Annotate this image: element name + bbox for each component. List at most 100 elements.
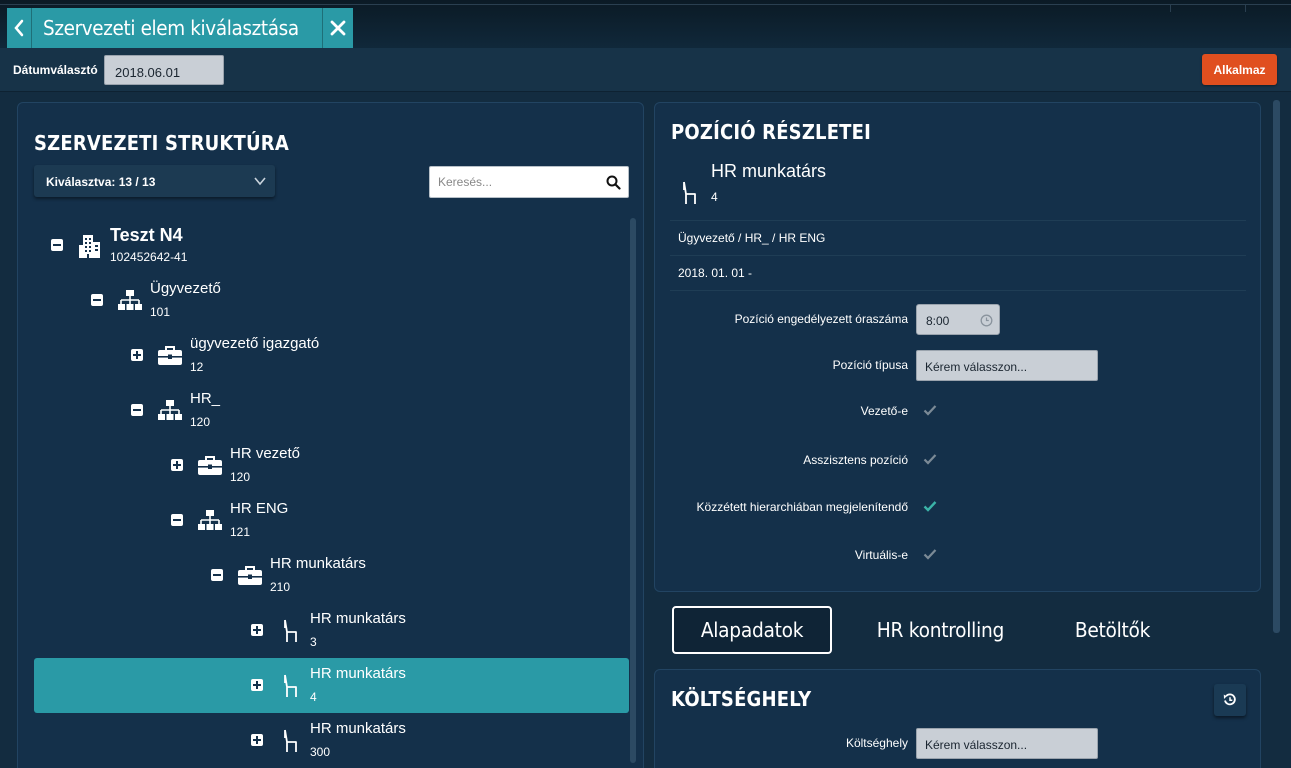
- position-name: HR munkatárs: [711, 161, 827, 181]
- node-code: 121: [230, 525, 251, 539]
- date-picker-input[interactable]: 2018.06.01: [104, 55, 224, 85]
- published-label: Közzétett hierarchiában megjelenítendő: [696, 500, 908, 514]
- node-code: 120: [190, 415, 211, 429]
- node-name: HR ENG: [230, 500, 289, 517]
- assistant-check-icon[interactable]: [923, 453, 937, 465]
- chair-icon: [284, 619, 297, 642]
- tree-node[interactable]: Ügyvezető 101: [34, 273, 629, 328]
- node-name: HR munkatárs: [310, 720, 406, 737]
- collapse-icon[interactable]: [211, 569, 223, 581]
- position-details-panel: POZÍCIÓ RÉSZLETEI HR munkatárs 4 Ügyveze…: [654, 102, 1261, 592]
- tree-node[interactable]: HR munkatárs 210: [34, 548, 629, 603]
- node-code: 3: [310, 635, 317, 649]
- expand-icon[interactable]: [131, 349, 143, 361]
- node-name: HR munkatárs: [270, 555, 366, 572]
- date-bar: Dátumválasztó 2018.06.01 Alkalmaz: [0, 48, 1291, 92]
- position-validity: 2018. 01. 01 -: [678, 266, 753, 280]
- divider: [670, 255, 1246, 256]
- node-code: 4: [310, 690, 317, 704]
- tab-betoltok[interactable]: Betöltők: [1050, 606, 1175, 654]
- node-name: HR vezető: [230, 445, 301, 462]
- tree-node[interactable]: HR munkatárs 300: [34, 713, 629, 768]
- hours-label: Pozíció engedélyezett óraszáma: [734, 312, 908, 326]
- cost-center-select[interactable]: Kérem válasszon...: [916, 728, 1098, 759]
- history-reset-icon: [1223, 693, 1236, 706]
- search-input[interactable]: [430, 167, 600, 197]
- leader-check-icon[interactable]: [923, 404, 937, 416]
- close-button[interactable]: [321, 8, 353, 48]
- building-icon: [79, 235, 100, 258]
- node-name: Teszt N4: [110, 225, 183, 245]
- node-code: 102452642-41: [110, 250, 188, 264]
- back-button[interactable]: [7, 8, 32, 48]
- tab-hr-kontrolling[interactable]: HR kontrolling: [855, 606, 1025, 654]
- node-name: Ügyvezető: [150, 280, 221, 297]
- node-code: 300: [310, 745, 331, 759]
- virtual-label: Virtuális-e: [854, 548, 908, 562]
- node-code: 101: [150, 305, 171, 319]
- chevron-down-icon: [254, 177, 266, 186]
- node-name: HR munkatárs: [310, 665, 406, 682]
- position-code: 4: [711, 190, 718, 204]
- tree-node-selected[interactable]: HR munkatárs 4: [34, 658, 629, 713]
- divider: [670, 220, 1246, 221]
- tree-scrollbar[interactable]: [630, 218, 636, 763]
- expand-icon[interactable]: [171, 459, 183, 471]
- page-title: Szervezeti elem kiválasztása: [42, 16, 299, 40]
- tab-label: HR kontrolling: [876, 618, 1004, 642]
- structure-heading: SZERVEZETI STRUKTÚRA: [34, 131, 289, 155]
- tree-node[interactable]: HR vezető 120: [34, 438, 629, 493]
- cost-heading: KÖLTSÉGHELY: [671, 687, 812, 711]
- search-field[interactable]: [429, 166, 629, 198]
- collapse-icon[interactable]: [51, 239, 63, 251]
- date-picker-label: Dátumválasztó: [13, 63, 98, 77]
- details-heading: POZÍCIÓ RÉSZLETEI: [671, 120, 871, 144]
- node-code: 210: [270, 580, 291, 594]
- briefcase-icon: [198, 456, 222, 475]
- selection-count: Kiválasztva: 13 / 13: [46, 175, 156, 189]
- type-label: Pozíció típusa: [832, 358, 908, 372]
- collapse-icon[interactable]: [131, 404, 143, 416]
- reset-button[interactable]: [1214, 684, 1246, 716]
- right-scrollbar[interactable]: [1273, 100, 1280, 633]
- tree-node[interactable]: HR_ 120: [34, 383, 629, 438]
- tree-node[interactable]: ügyvezető igazgató 12: [34, 328, 629, 383]
- chair-icon: [284, 729, 297, 752]
- search-icon[interactable]: [606, 175, 621, 190]
- tree-node[interactable]: Teszt N4 102452642-41: [34, 218, 629, 273]
- collapse-icon[interactable]: [91, 294, 103, 306]
- node-name: ügyvezető igazgató: [190, 335, 320, 352]
- org-structure-panel: SZERVEZETI STRUKTÚRA Kiválasztva: 13 / 1…: [17, 102, 644, 768]
- clock-icon[interactable]: [980, 314, 993, 327]
- apply-button[interactable]: Alkalmaz: [1202, 54, 1277, 85]
- tab-label: Alapadatok: [700, 618, 804, 642]
- divider: [670, 290, 1246, 291]
- chair-icon: [683, 181, 696, 204]
- briefcase-icon: [158, 346, 182, 365]
- tree-node[interactable]: HR munkatárs 3: [34, 603, 629, 658]
- selection-dropdown[interactable]: Kiválasztva: 13 / 13: [34, 165, 275, 197]
- virtual-check-icon[interactable]: [923, 548, 937, 560]
- hours-input[interactable]: 8:00: [916, 304, 1000, 335]
- expand-icon[interactable]: [251, 679, 263, 691]
- chevron-left-icon: [14, 19, 24, 37]
- collapse-icon[interactable]: [171, 514, 183, 526]
- expand-icon[interactable]: [251, 624, 263, 636]
- hours-value: 8:00: [926, 314, 950, 328]
- cost-center-panel: KÖLTSÉGHELY Költséghely Kérem válasszon.…: [654, 669, 1261, 768]
- node-code: 12: [190, 360, 204, 374]
- assistant-label: Asszisztens pozíció: [803, 453, 908, 467]
- node-code: 120: [230, 470, 251, 484]
- org-unit-icon: [118, 290, 142, 310]
- node-name: HR munkatárs: [310, 610, 406, 627]
- tab-alapadatok[interactable]: Alapadatok: [672, 606, 832, 654]
- expand-icon[interactable]: [251, 734, 263, 746]
- leader-label: Vezető-e: [860, 404, 908, 418]
- tab-label: Betöltők: [1074, 618, 1151, 642]
- org-unit-icon: [198, 510, 222, 530]
- published-check-icon[interactable]: [923, 500, 937, 512]
- chair-icon: [284, 674, 297, 697]
- org-unit-icon: [158, 400, 182, 420]
- tree-node[interactable]: HR ENG 121: [34, 493, 629, 548]
- position-type-select[interactable]: Kérem válasszon...: [916, 350, 1098, 381]
